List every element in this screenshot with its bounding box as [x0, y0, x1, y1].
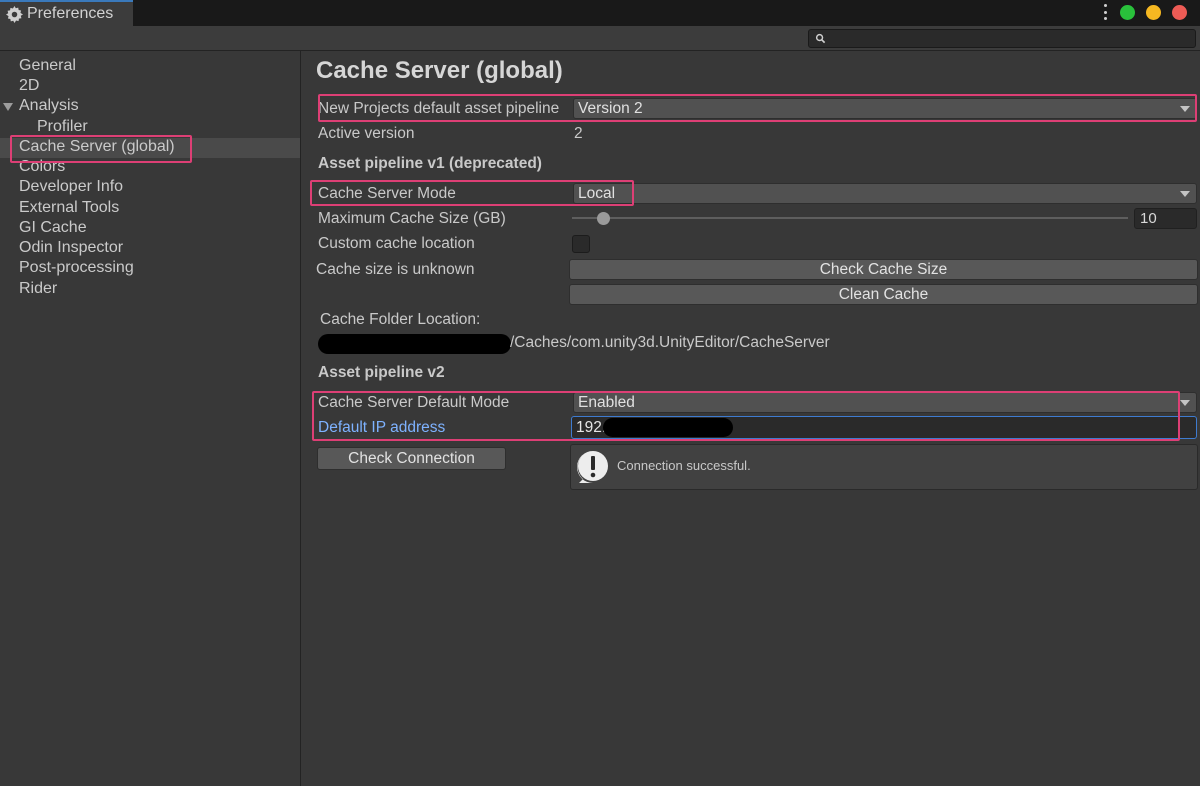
- clean-cache-button[interactable]: Clean Cache: [569, 284, 1198, 305]
- sidebar-item-general[interactable]: General: [19, 56, 76, 76]
- connection-message: Connection successful.: [617, 458, 751, 473]
- active-version-value: 2: [574, 125, 583, 142]
- custom-location-checkbox[interactable]: [572, 235, 590, 253]
- v1-section-header: Asset pipeline v1 (deprecated): [318, 155, 542, 172]
- close-button[interactable]: [1172, 5, 1187, 20]
- max-size-field[interactable]: 10: [1134, 208, 1197, 229]
- sidebar-item-colors[interactable]: Colors: [19, 157, 65, 177]
- ip-value: 192.: [576, 419, 607, 436]
- redacted-path: [318, 334, 511, 354]
- pipeline-dropdown[interactable]: Version 2: [573, 98, 1197, 119]
- sidebar-item-external-tools[interactable]: External Tools: [19, 198, 119, 218]
- mode-dropdown[interactable]: Local: [573, 183, 1197, 204]
- folder-path: /Caches/com.unity3d.UnityEditor/CacheSer…: [510, 334, 830, 351]
- tab-title: Preferences: [27, 5, 114, 22]
- sidebar-item-rider[interactable]: Rider: [19, 279, 57, 299]
- pipeline-label: New Projects default asset pipeline: [318, 100, 560, 117]
- redacted-ip: [603, 418, 733, 437]
- toolbar: [0, 26, 1200, 51]
- preferences-tab[interactable]: Preferences: [0, 0, 133, 26]
- connection-helpbox: Connection successful.: [570, 444, 1198, 490]
- sidebar-item-developer-info[interactable]: Developer Info: [19, 177, 123, 197]
- search-icon: [815, 33, 826, 44]
- sidebar-item-profiler[interactable]: Profiler: [37, 117, 88, 137]
- cache-size-label: Cache size is unknown: [316, 261, 475, 278]
- maximize-button[interactable]: [1120, 5, 1135, 20]
- custom-location-label: Custom cache location: [318, 235, 475, 252]
- expand-arrow-icon[interactable]: [3, 103, 13, 111]
- ip-label: Default IP address: [318, 419, 446, 436]
- info-icon: [577, 451, 608, 483]
- sidebar-item-analysis[interactable]: Analysis: [19, 96, 79, 116]
- page-title: Cache Server (global): [316, 57, 563, 84]
- max-size-label: Maximum Cache Size (GB): [318, 210, 506, 227]
- pipeline-value: Version 2: [578, 100, 643, 117]
- minimize-button[interactable]: [1146, 5, 1161, 20]
- sidebar-item-cache-server[interactable]: Cache Server (global): [19, 137, 175, 157]
- sidebar-item-odin-inspector[interactable]: Odin Inspector: [19, 238, 123, 258]
- mode-value: Local: [578, 185, 616, 202]
- max-size-slider[interactable]: [572, 217, 1128, 219]
- chevron-down-icon: [1180, 106, 1190, 112]
- sidebar-item-2d[interactable]: 2D: [19, 76, 39, 96]
- search-input[interactable]: [808, 29, 1196, 48]
- v2-section-header: Asset pipeline v2: [318, 364, 445, 381]
- sidebar-item-gi-cache[interactable]: GI Cache: [19, 218, 87, 238]
- main-panel: Cache Server (global) New Projects defau…: [302, 51, 1200, 786]
- sidebar: General 2D Analysis Profiler Cache Serve…: [0, 51, 301, 786]
- check-cache-size-button[interactable]: Check Cache Size: [569, 259, 1198, 280]
- more-options-icon[interactable]: [1102, 4, 1108, 20]
- default-mode-dropdown[interactable]: Enabled: [573, 392, 1197, 413]
- slider-thumb[interactable]: [596, 212, 610, 225]
- mode-label: Cache Server Mode: [318, 185, 456, 202]
- gear-icon: [6, 5, 23, 23]
- sidebar-item-post-processing[interactable]: Post-processing: [19, 258, 134, 278]
- default-mode-value: Enabled: [578, 394, 635, 411]
- active-version-label: Active version: [318, 125, 415, 142]
- chevron-down-icon: [1180, 400, 1190, 406]
- title-bar: Preferences: [0, 0, 1200, 26]
- default-mode-label: Cache Server Default Mode: [318, 394, 510, 411]
- chevron-down-icon: [1180, 191, 1190, 197]
- check-connection-button[interactable]: Check Connection: [317, 447, 506, 470]
- folder-location-label: Cache Folder Location:: [320, 311, 481, 328]
